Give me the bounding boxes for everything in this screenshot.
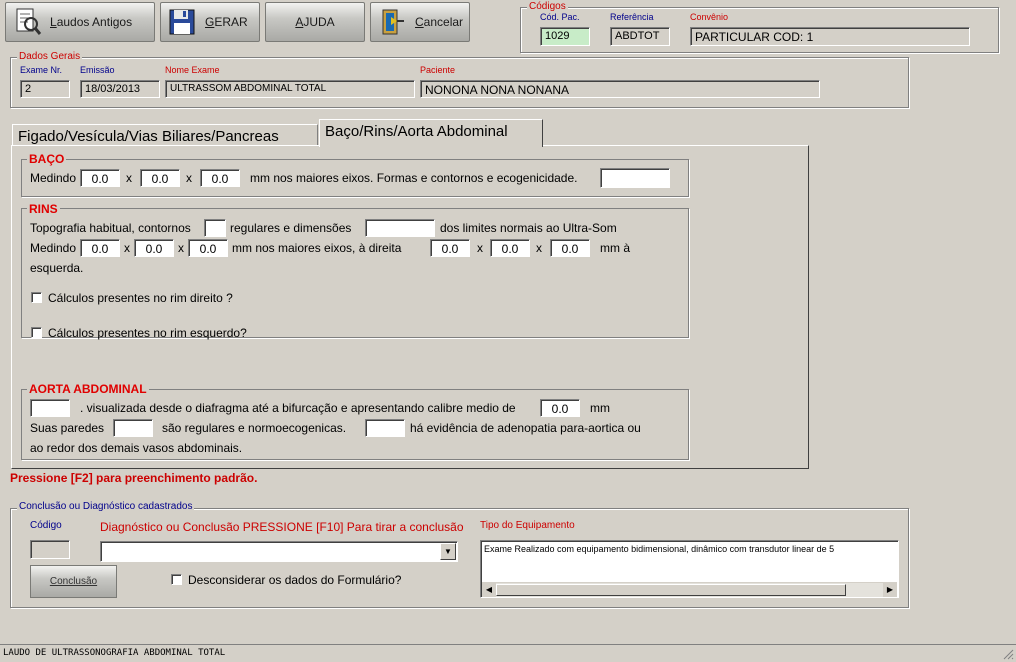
scrollbar-thumb[interactable] bbox=[496, 584, 846, 596]
desconsiderar-checkbox[interactable] bbox=[171, 574, 182, 585]
tipo-equipamento-label: Tipo do Equipamento bbox=[480, 520, 575, 531]
exame-nr-label: Exame Nr. bbox=[20, 65, 63, 75]
scroll-left-icon[interactable]: ◀ bbox=[482, 583, 496, 597]
rins-x3: x bbox=[477, 241, 483, 255]
convenio-field[interactable]: PARTICULAR COD: 1 bbox=[690, 27, 970, 46]
f2-hint-text: Pressione [F2] para preenchimento padrão… bbox=[10, 471, 258, 485]
aorta-line3-text: ao redor dos demais vasos abdominais. bbox=[30, 441, 243, 455]
diagnostico-label: Diagnóstico ou Conclusão PRESSIONE [F10]… bbox=[100, 520, 464, 534]
baco-medindo-label: Medindo bbox=[30, 171, 77, 185]
cod-pac-label: Cód. Pac. bbox=[540, 12, 580, 22]
baco-x1: x bbox=[126, 171, 132, 185]
calc-direito-label: Cálculos presentes no rim direito ? bbox=[48, 291, 233, 305]
aorta-calibre-input[interactable]: 0.0 bbox=[540, 399, 580, 417]
rins-end-text: mm à bbox=[600, 241, 630, 255]
referencia-field[interactable]: ABDTOT bbox=[610, 27, 670, 46]
rins-medindo-label: Medindo bbox=[30, 241, 77, 255]
calc-direito-checkbox[interactable] bbox=[31, 292, 42, 303]
cod-pac-field[interactable]: 1029 bbox=[540, 27, 590, 46]
baco-ecogenicidade-input[interactable] bbox=[600, 168, 670, 188]
aorta-adenopatia-input[interactable] bbox=[365, 419, 405, 437]
conclusao-button[interactable]: Conclusão bbox=[30, 565, 117, 598]
rins-esquerdo-dim1-input[interactable]: 0.0 bbox=[430, 239, 470, 257]
baco-dim2-input[interactable]: 0.0 bbox=[140, 169, 180, 187]
rins-x1: x bbox=[124, 241, 130, 255]
exame-nr-field[interactable]: 2 bbox=[20, 80, 70, 98]
aorta-paredes-input[interactable] bbox=[113, 419, 153, 437]
gerar-button[interactable]: GERAR bbox=[160, 2, 260, 42]
horizontal-scrollbar[interactable]: ◀ ▶ bbox=[482, 582, 897, 597]
rins-x2: x bbox=[178, 241, 184, 255]
exit-door-icon bbox=[382, 9, 404, 35]
aorta-line1-text: . visualizada desde o diafragma até a bi… bbox=[80, 401, 516, 415]
rins-line1-b: regulares e dimensões bbox=[230, 221, 352, 235]
codigo-field[interactable] bbox=[30, 540, 70, 559]
rins-mid-text: mm nos maiores eixos, à direita bbox=[232, 241, 402, 255]
status-text: LAUDO DE ULTRASSONOGRAFIA ABDOMINAL TOTA… bbox=[3, 648, 226, 658]
rins-direito-dim1-input[interactable]: 0.0 bbox=[80, 239, 120, 257]
baco-suffix-text: mm nos maiores eixos. Formas e contornos… bbox=[250, 171, 578, 185]
aorta-mm-text: mm bbox=[590, 401, 610, 415]
baco-legend: BAÇO bbox=[27, 152, 67, 166]
baco-x2: x bbox=[186, 171, 192, 185]
equipamento-text: Exame Realizado com equipamento bidimens… bbox=[484, 544, 835, 554]
scroll-right-icon[interactable]: ▶ bbox=[883, 583, 897, 597]
rins-contornos-input[interactable] bbox=[204, 219, 226, 237]
calc-esquerdo-label: Cálculos presentes no rim esquerdo? bbox=[48, 326, 247, 340]
aorta-legend: AORTA ABDOMINAL bbox=[27, 382, 149, 396]
nome-exame-label: Nome Exame bbox=[165, 65, 220, 75]
tab-baco-rins-aorta[interactable]: Baço/Rins/Aorta Abdominal bbox=[319, 119, 543, 147]
referencia-label: Referência bbox=[610, 12, 654, 22]
tab-figado-vesicula[interactable]: Figado/Vesícula/Vias Biliares/Pancreas bbox=[12, 124, 318, 146]
codigos-legend: Códigos bbox=[527, 1, 568, 12]
convenio-label: Convênio bbox=[690, 12, 729, 22]
aorta-adeno-text: há evidência de adenopatia para-aortica … bbox=[410, 421, 641, 435]
rins-dimensoes-input[interactable] bbox=[365, 219, 435, 237]
old-reports-icon bbox=[16, 8, 42, 35]
desconsiderar-label: Desconsiderar os dados do Formulário? bbox=[188, 573, 402, 587]
paciente-field[interactable]: NONONA NONA NONANA bbox=[420, 80, 820, 98]
rins-direito-dim3-input[interactable]: 0.0 bbox=[188, 239, 228, 257]
diagnostico-select[interactable] bbox=[100, 541, 458, 562]
rins-x4: x bbox=[536, 241, 542, 255]
save-disk-icon bbox=[169, 9, 195, 35]
rins-line1-a: Topografia habitual, contornos bbox=[30, 221, 191, 235]
rins-line1-c: dos limites normais ao Ultra-Som bbox=[440, 221, 617, 235]
rins-esquerda-text: esquerda. bbox=[30, 261, 84, 275]
resize-grip-icon[interactable] bbox=[1002, 648, 1014, 660]
emissao-label: Emissão bbox=[80, 65, 115, 75]
conclusao-legend: Conclusão ou Diagnóstico cadastrados bbox=[17, 501, 195, 512]
laudos-antigos-button[interactable]: Laudos Antigos bbox=[5, 2, 155, 42]
rins-direito-dim2-input[interactable]: 0.0 bbox=[134, 239, 174, 257]
dados-gerais-legend: Dados Gerais bbox=[17, 51, 83, 62]
emissao-field[interactable]: 18/03/2013 bbox=[80, 80, 160, 98]
cancelar-button[interactable]: Cancelar bbox=[370, 2, 470, 42]
aorta-visualizada-input[interactable] bbox=[30, 399, 70, 417]
baco-dim3-input[interactable]: 0.0 bbox=[200, 169, 240, 187]
nome-exame-field[interactable]: ULTRASSOM ABDOMINAL TOTAL bbox=[165, 80, 415, 98]
baco-dim1-input[interactable]: 0.0 bbox=[80, 169, 120, 187]
rins-esquerdo-dim3-input[interactable]: 0.0 bbox=[550, 239, 590, 257]
aorta-paredes-b: são regulares e normoecogenicas. bbox=[162, 421, 347, 435]
status-bar: LAUDO DE ULTRASSONOGRAFIA ABDOMINAL TOTA… bbox=[0, 644, 1016, 662]
ajuda-button[interactable]: AJUDA bbox=[265, 2, 365, 42]
codigo-label: Código bbox=[30, 520, 62, 531]
aorta-paredes-a: Suas paredes bbox=[30, 421, 105, 435]
dropdown-arrow-icon[interactable]: ▼ bbox=[440, 543, 456, 560]
rins-legend: RINS bbox=[27, 202, 60, 216]
paciente-label: Paciente bbox=[420, 65, 456, 75]
rins-esquerdo-dim2-input[interactable]: 0.0 bbox=[490, 239, 530, 257]
calc-esquerdo-checkbox[interactable] bbox=[31, 327, 42, 338]
